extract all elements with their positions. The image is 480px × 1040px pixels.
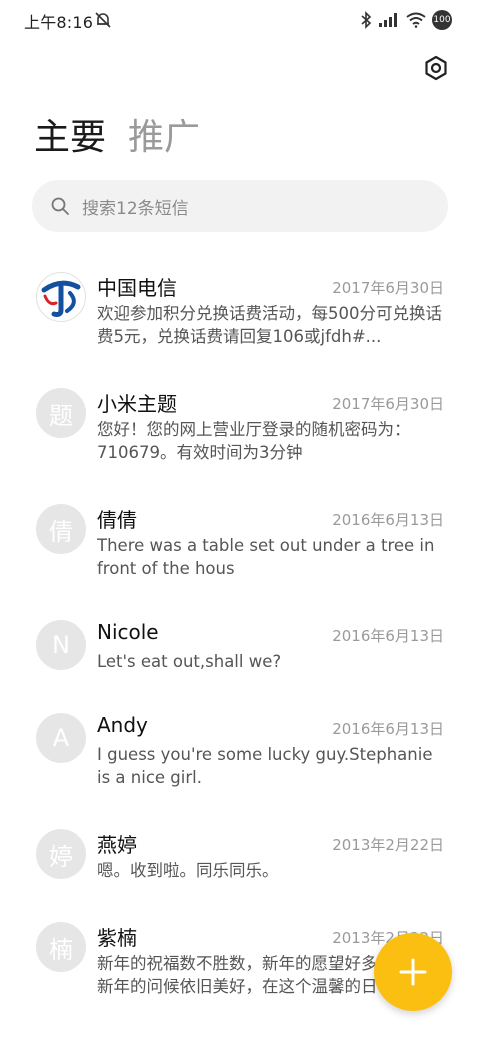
status-bar: 上午8:16 100: [0, 0, 480, 40]
search-input[interactable]: 搜索12条短信: [32, 180, 448, 232]
avatar: 题: [36, 388, 86, 438]
settings-button[interactable]: [420, 52, 452, 84]
conversation-name: 小米主题: [97, 392, 177, 416]
battery-icon: 100: [432, 10, 452, 30]
plus-icon: [399, 958, 427, 986]
conversation-date: 2017年6月30日: [332, 279, 444, 297]
conversation-date: 2016年6月13日: [332, 720, 444, 738]
conversation-preview: There was a table set out under a tree i…: [97, 536, 435, 578]
conversation-date: 2016年6月13日: [332, 511, 444, 529]
conversation-name: Nicole: [97, 620, 159, 644]
avatar: A: [36, 713, 86, 763]
conversation-item[interactable]: 中国电信 2017年6月30日 欢迎参加积分兑换话费活动，每500分可兑换话费5…: [0, 250, 480, 360]
search-placeholder: 搜索12条短信: [82, 198, 189, 219]
conversation-item[interactable]: A Andy 2016年6月13日 I guess you're some lu…: [0, 691, 480, 801]
avatar: 倩: [36, 504, 86, 554]
avatar: 楠: [36, 922, 86, 972]
conversation-name: 燕婷: [97, 833, 137, 857]
china-telecom-logo: [36, 272, 86, 322]
conversation-preview: 嗯。收到啦。同乐同乐。: [97, 861, 279, 880]
status-icons: 100: [360, 10, 452, 30]
tab-primary[interactable]: 主要: [34, 108, 106, 160]
conversation-item[interactable]: 倩 倩倩 2016年6月13日 There was a table set ou…: [0, 482, 480, 592]
conversation-preview: 欢迎参加积分兑换话费活动，每500分可兑换话费5元，兑换话费请回复106或jfd…: [97, 304, 442, 346]
compose-button[interactable]: [374, 933, 452, 1011]
conversation-item[interactable]: 题 小米主题 2017年6月30日 您好！您的网上营业厅登录的随机密码为：710…: [0, 366, 480, 476]
status-time: 上午8:16: [24, 13, 94, 32]
conversation-date: 2013年2月22日: [332, 836, 444, 854]
conversation-name: 倩倩: [97, 508, 137, 532]
conversation-preview: Let's eat out,shall we?: [97, 652, 282, 671]
wifi-icon: [406, 12, 426, 28]
search-icon: [51, 197, 69, 215]
conversation-name: Andy: [97, 713, 148, 737]
conversation-name: 紫楠: [97, 926, 137, 950]
avatar: 婷: [36, 829, 86, 879]
conversation-date: 2016年6月13日: [332, 627, 444, 645]
conversation-name: 中国电信: [97, 276, 177, 300]
avatar: N: [36, 620, 86, 670]
tab-bar: 主要 推广: [34, 108, 200, 160]
conversation-preview: 您好！您的网上营业厅登录的随机密码为：710679。有效时间为3分钟: [97, 420, 411, 462]
conversation-preview: I guess you're some lucky guy.Stephanie …: [97, 745, 433, 787]
do-not-disturb-icon: [95, 12, 111, 28]
tab-promotions[interactable]: 推广: [128, 108, 200, 160]
bluetooth-icon: [361, 11, 372, 29]
signal-icon: [379, 13, 397, 27]
conversation-date: 2017年6月30日: [332, 395, 444, 413]
settings-icon: [425, 55, 447, 81]
